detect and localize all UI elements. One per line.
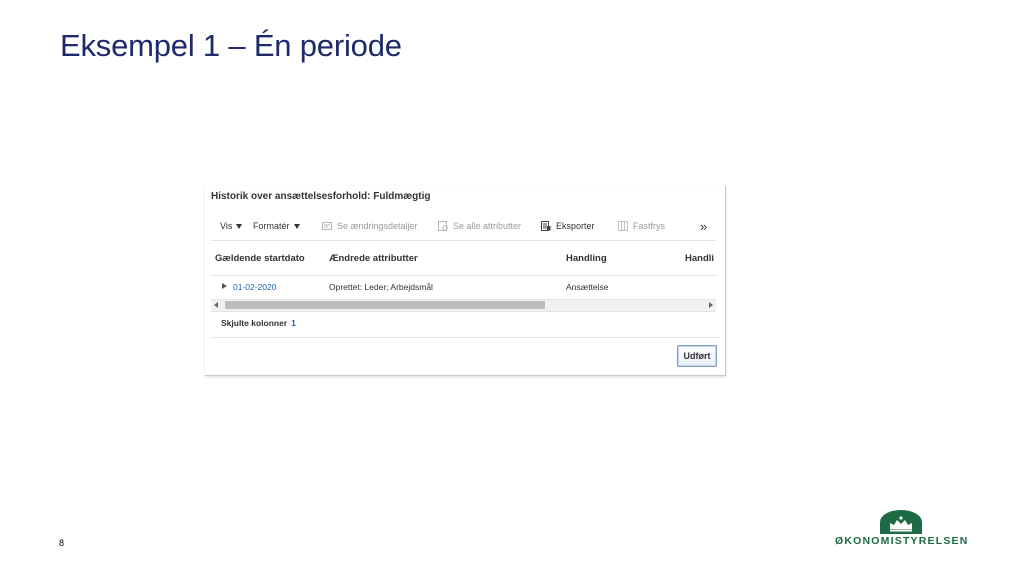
logo-text: ØKONOMISTYRELSEN xyxy=(835,535,969,547)
oekonomistyrelsen-logo: ØKONOMISTYRELSEN xyxy=(835,510,967,550)
column-header-changed-attributes[interactable]: Ændrede attributter xyxy=(329,253,418,264)
column-header-action-truncated[interactable]: Handli xyxy=(685,253,714,264)
table-row[interactable]: 01-02-2020 Oprettet: Leder; Arbejdsmål A… xyxy=(211,276,716,297)
export-icon xyxy=(541,221,551,231)
change-details-button[interactable]: Se ændringsdetaljer xyxy=(322,221,418,231)
table-header: Gældende startdato Ændrede attributter H… xyxy=(211,241,716,276)
all-attributes-label: Se alle attributter xyxy=(453,221,522,231)
freeze-label: Fastfrys xyxy=(633,221,666,231)
column-header-action[interactable]: Handling xyxy=(566,253,607,264)
start-date-link[interactable]: 01-02-2020 xyxy=(233,282,276,292)
action-cell: Ansættelse xyxy=(566,282,609,292)
scroll-left-icon[interactable] xyxy=(214,302,218,308)
toolbar: Vis Formatér Se ændringsdetaljer Se alle… xyxy=(211,218,719,236)
hidden-columns-indicator: Skjulte kolonner 1 xyxy=(221,318,296,328)
divider xyxy=(211,337,719,338)
all-attributes-button[interactable]: Se alle attributter xyxy=(438,221,521,231)
hidden-columns-count-link[interactable]: 1 xyxy=(291,318,296,328)
horizontal-scrollbar[interactable] xyxy=(211,299,716,312)
freeze-icon xyxy=(618,221,628,231)
changed-attributes-cell: Oprettet: Leder; Arbejdsmål xyxy=(329,282,433,292)
history-dialog: Historik over ansættelsesforhold: Fuldmæ… xyxy=(205,186,726,376)
crown-icon xyxy=(880,510,922,534)
hidden-columns-label: Skjulte kolonner xyxy=(221,318,288,328)
details-icon xyxy=(322,222,332,230)
caret-down-icon xyxy=(236,223,243,229)
format-menu-label: Formatér xyxy=(253,221,290,231)
scroll-right-icon[interactable] xyxy=(709,302,713,308)
attributes-icon xyxy=(438,221,448,231)
expand-row-icon[interactable] xyxy=(222,283,227,289)
view-menu[interactable]: Vis xyxy=(220,221,243,231)
done-button-label: Udført xyxy=(683,351,711,361)
page-number: 8 xyxy=(59,538,65,548)
view-menu-label: Vis xyxy=(220,221,233,231)
caret-down-icon xyxy=(293,223,300,229)
slide-title: Eksempel 1 – Én periode xyxy=(60,28,402,63)
panel-title: Historik over ansættelsesforhold: Fuldmæ… xyxy=(211,191,431,202)
column-header-start-date[interactable]: Gældende startdato xyxy=(215,253,305,264)
change-details-label: Se ændringsdetaljer xyxy=(337,221,418,231)
export-label: Eksporter xyxy=(556,221,595,231)
format-menu[interactable]: Formatér xyxy=(253,221,300,231)
double-chevron-right-icon[interactable]: » xyxy=(700,219,707,234)
scrollbar-thumb[interactable] xyxy=(225,301,545,309)
freeze-button[interactable]: Fastfrys xyxy=(618,221,665,231)
done-button[interactable]: Udført xyxy=(677,345,717,367)
export-button[interactable]: Eksporter xyxy=(541,221,595,231)
history-table: Gældende startdato Ændrede attributter H… xyxy=(211,240,716,314)
